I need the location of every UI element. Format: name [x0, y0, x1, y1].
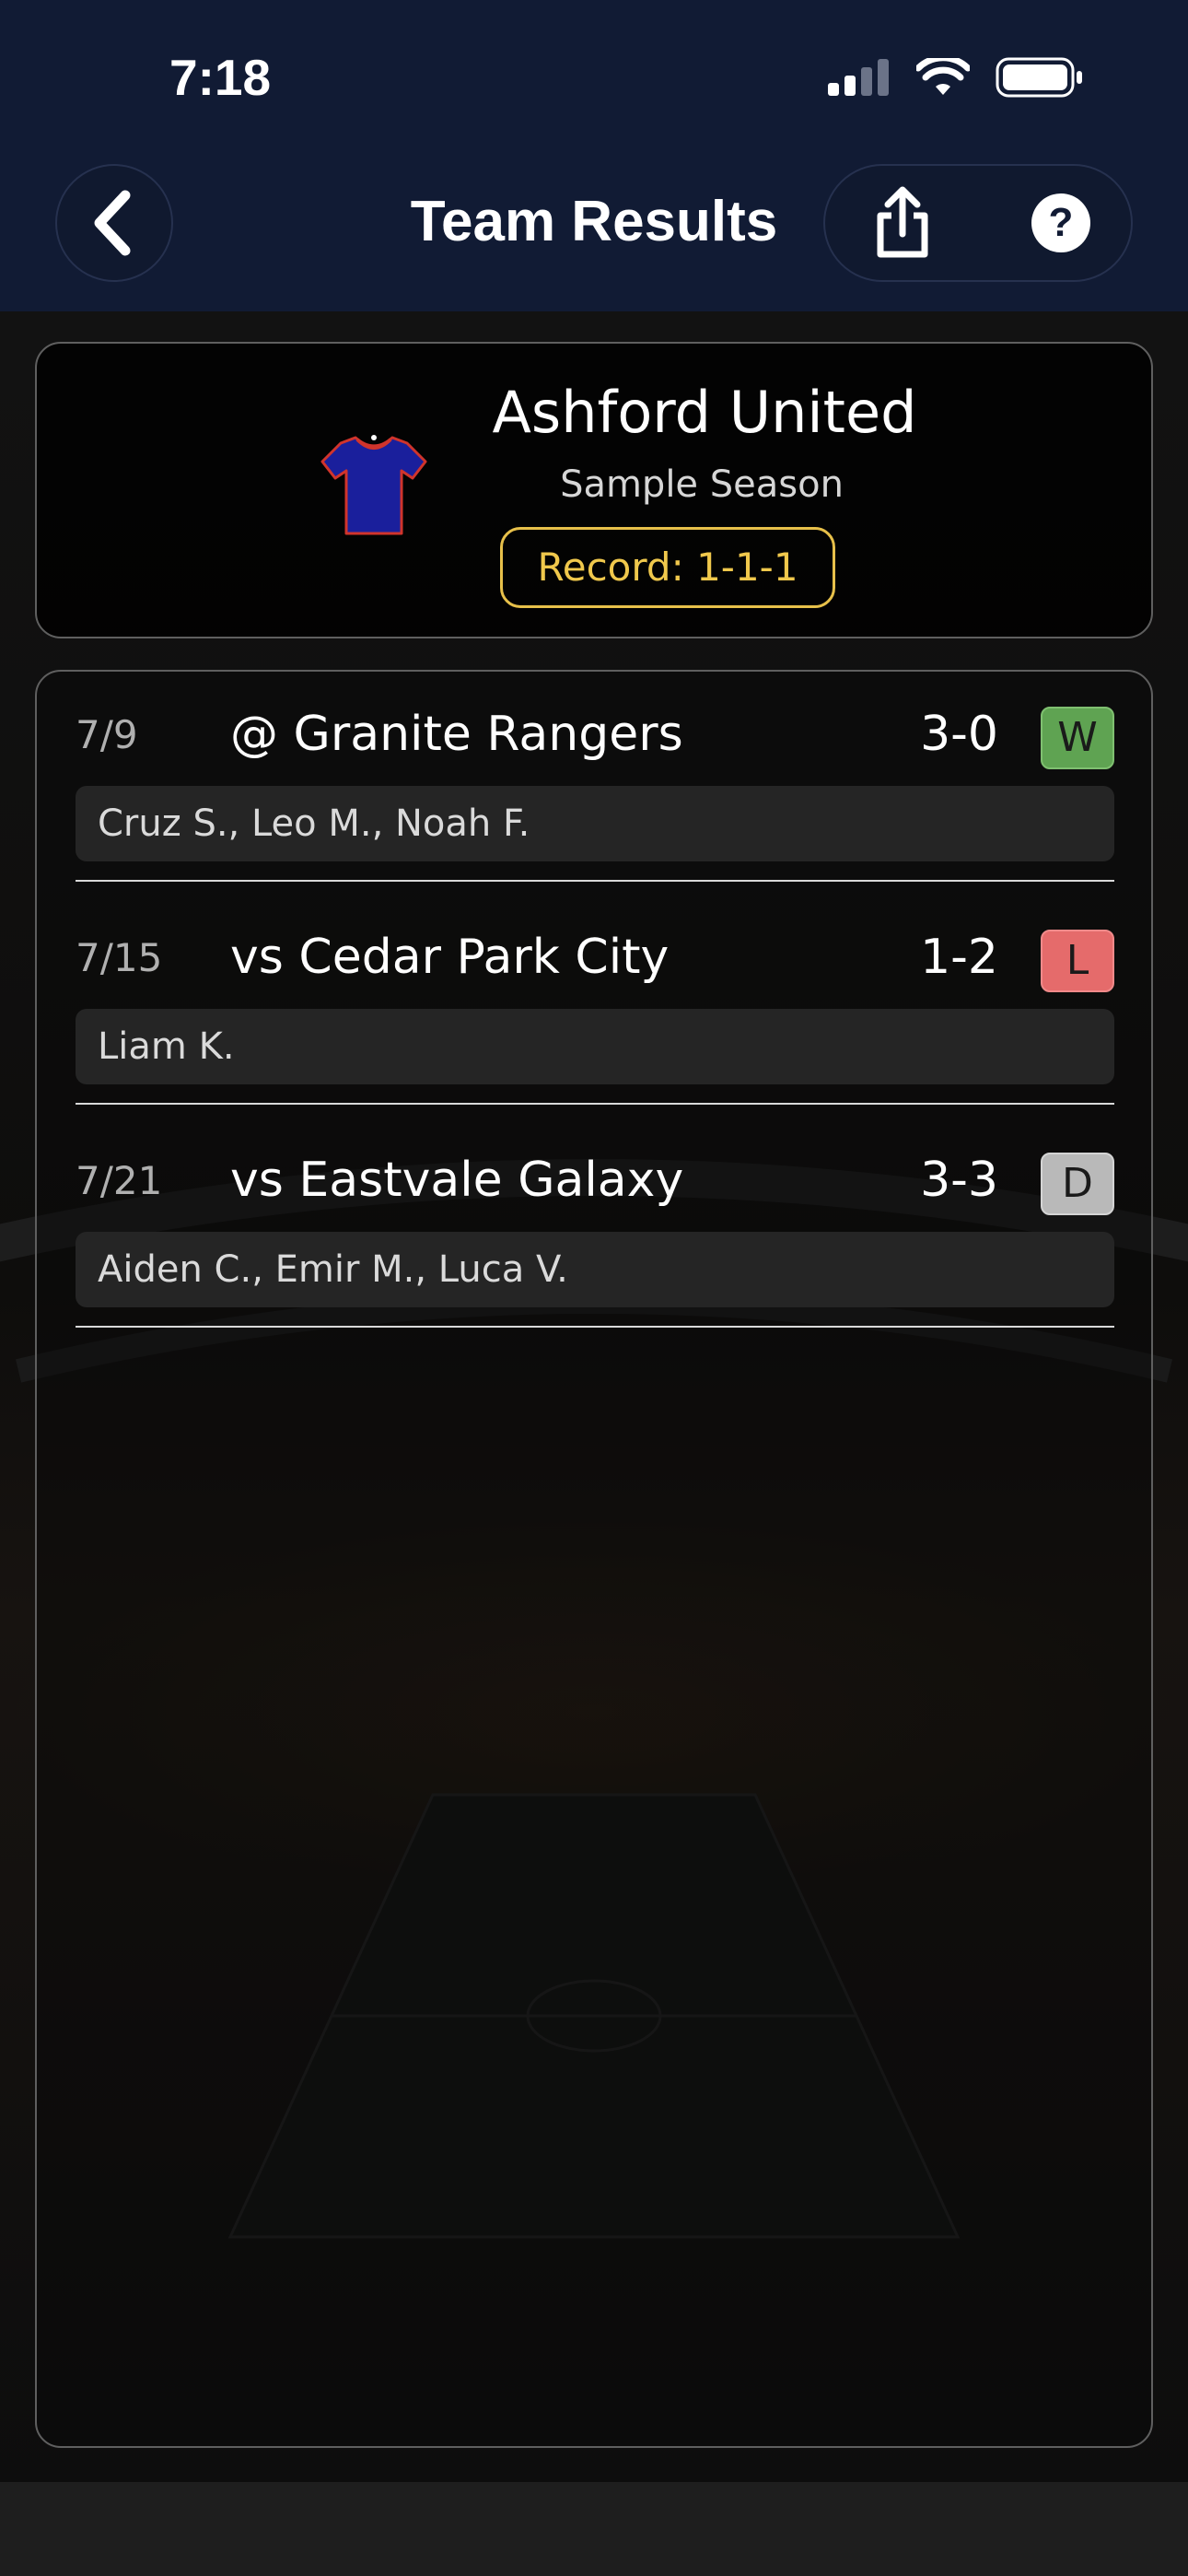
match-date: 7/15: [76, 935, 163, 980]
match-scorers: Liam K.: [76, 1009, 1114, 1084]
row-divider: [76, 1103, 1114, 1105]
share-button[interactable]: [862, 182, 943, 263]
result-badge-draw: D: [1041, 1153, 1114, 1215]
status-time: 7:18: [169, 49, 272, 106]
match-row[interactable]: 7/9 @ Granite Rangers 3-0 W Cruz S., Leo…: [76, 672, 1114, 895]
match-opponent: vs Eastvale Galaxy: [230, 1153, 684, 1208]
jersey-icon: [320, 435, 427, 535]
team-name: Ashford United: [492, 379, 917, 446]
question-icon: ?: [1031, 193, 1090, 252]
match-row[interactable]: 7/15 vs Cedar Park City 1-2 L Liam K.: [76, 895, 1114, 1118]
match-scorers: Cruz S., Leo M., Noah F.: [76, 786, 1114, 861]
bottom-bar: [0, 2482, 1188, 2576]
match-score: 1-2: [920, 930, 998, 985]
team-summary-card: Ashford United Sample Season Record: 1-1…: [35, 342, 1153, 638]
match-score: 3-0: [920, 707, 998, 762]
status-icons: [828, 57, 1084, 98]
team-name-row: Ashford United: [37, 379, 1151, 446]
match-scorers: Aiden C., Emir M., Luca V.: [76, 1232, 1114, 1307]
match-date: 7/21: [76, 1158, 163, 1203]
match-opponent: vs Cedar Park City: [230, 930, 670, 985]
battery-icon: [996, 57, 1082, 98]
match-opponent: @ Granite Rangers: [230, 707, 683, 762]
result-badge-loss: L: [1041, 930, 1114, 992]
result-badge-win: W: [1041, 707, 1114, 769]
row-divider: [76, 1326, 1114, 1328]
match-date: 7/9: [76, 712, 138, 757]
match-row[interactable]: 7/21 vs Eastvale Galaxy 3-3 D Aiden C., …: [76, 1118, 1114, 1341]
wifi-icon: [916, 58, 970, 95]
match-score: 3-3: [920, 1153, 998, 1208]
app-header: 7:18 Team Results ?: [0, 0, 1188, 311]
record-badge: Record: 1-1-1: [500, 527, 835, 608]
results-list: 7/9 @ Granite Rangers 3-0 W Cruz S., Leo…: [35, 670, 1153, 2448]
help-button[interactable]: ?: [1022, 184, 1100, 262]
header-actions: ?: [823, 164, 1133, 282]
cellular-signal-icon: [828, 59, 889, 96]
row-divider: [76, 880, 1114, 882]
season-label: Sample Season: [560, 463, 844, 506]
share-icon: [877, 186, 928, 258]
